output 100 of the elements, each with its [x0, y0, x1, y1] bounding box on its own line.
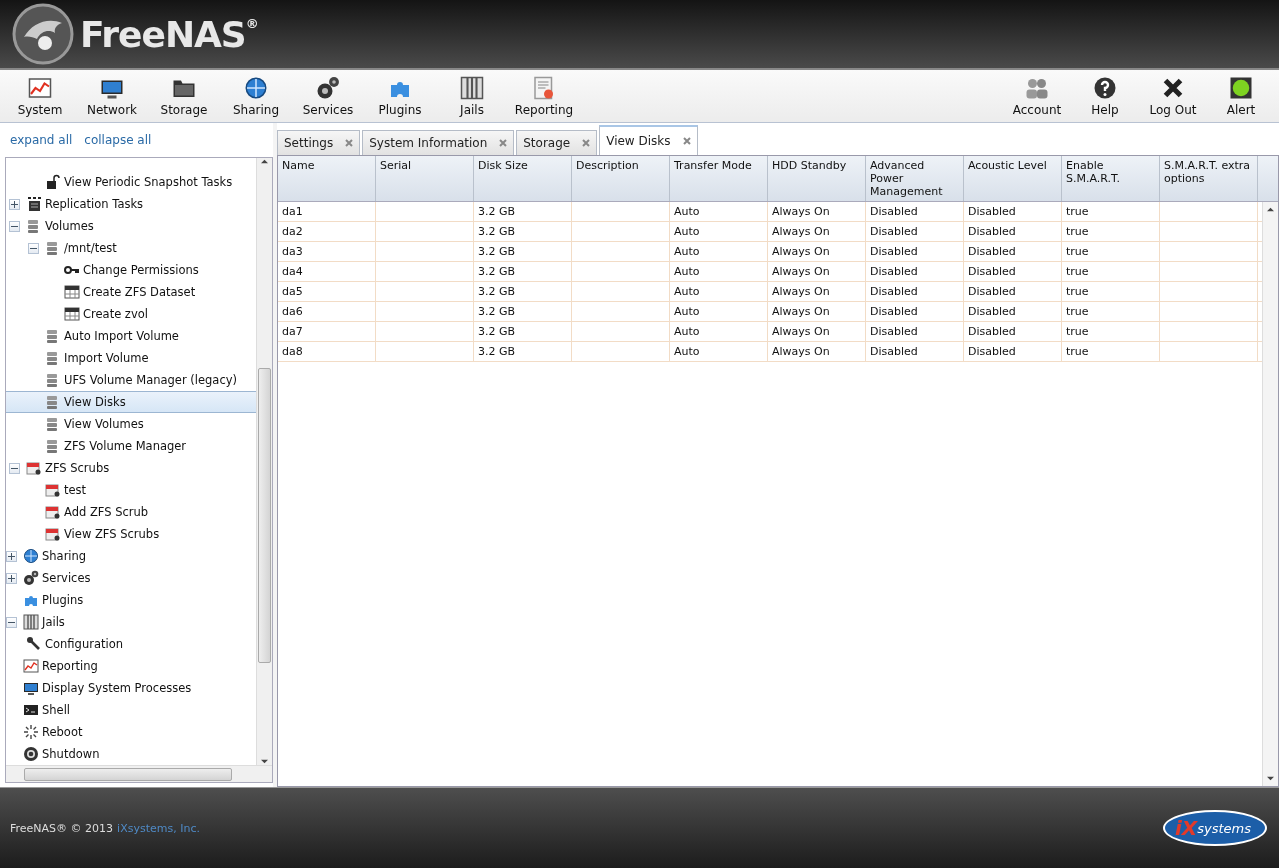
- tree-item[interactable]: Volumes: [6, 215, 256, 237]
- tab[interactable]: View Disks: [599, 125, 698, 155]
- globe-icon: [244, 76, 268, 100]
- tree-item[interactable]: Import Volume: [6, 347, 256, 369]
- tree-item[interactable]: Shutdown: [6, 743, 256, 765]
- toolbar-button[interactable]: Log Out: [1139, 70, 1207, 122]
- table-cell: 3.2 GB: [474, 282, 572, 301]
- tree-item[interactable]: Create ZFS Dataset: [6, 281, 256, 303]
- calendar-icon: [45, 526, 61, 542]
- toolbar-button[interactable]: System: [4, 70, 76, 122]
- column-header[interactable]: Transfer Mode: [670, 156, 768, 201]
- table-cell: da7: [278, 322, 376, 341]
- column-header[interactable]: Disk Size: [474, 156, 572, 201]
- monitor-icon: [23, 680, 39, 696]
- collapse-icon[interactable]: [6, 616, 17, 628]
- calendar-icon: [26, 460, 42, 476]
- column-header[interactable]: Description: [572, 156, 670, 201]
- tree-item[interactable]: Plugins: [6, 589, 256, 611]
- column-header[interactable]: Name: [278, 156, 376, 201]
- toolbar-button[interactable]: Network: [76, 70, 148, 122]
- lock-icon: [45, 174, 61, 190]
- toolbar-button[interactable]: Account: [1003, 70, 1071, 122]
- table-cell: true: [1062, 202, 1160, 221]
- expand-icon[interactable]: [9, 198, 20, 210]
- tree-item[interactable]: View Periodic Snapshot Tasks: [6, 171, 256, 193]
- toolbar-button[interactable]: Services: [292, 70, 364, 122]
- tree-item[interactable]: test: [6, 479, 256, 501]
- expand-icon[interactable]: [6, 550, 17, 562]
- tree-item[interactable]: Change Permissions: [6, 259, 256, 281]
- table-cell: Disabled: [964, 242, 1062, 261]
- toolbar-button[interactable]: Plugins: [364, 70, 436, 122]
- tree-link[interactable]: collapse all: [84, 133, 152, 147]
- tree-item[interactable]: Reboot: [6, 721, 256, 743]
- table-cell: Auto: [670, 342, 768, 361]
- tab[interactable]: Storage: [516, 130, 598, 155]
- toolbar-button[interactable]: Jails: [436, 70, 508, 122]
- column-header[interactable]: Serial: [376, 156, 474, 201]
- horizontal-scrollbar[interactable]: [6, 765, 272, 782]
- column-header[interactable]: Acoustic Level: [964, 156, 1062, 201]
- toolbar-button[interactable]: Reporting: [508, 70, 580, 122]
- close-icon[interactable]: [345, 139, 354, 147]
- chart-icon: [28, 76, 52, 100]
- tree-item[interactable]: ZFS Volume Manager: [6, 435, 256, 457]
- table-cell: Always On: [768, 342, 866, 361]
- tree-item[interactable]: Display System Processes: [6, 677, 256, 699]
- column-header[interactable]: Advanced Power Management: [866, 156, 964, 201]
- tree-item[interactable]: UFS Volume Manager (legacy): [6, 369, 256, 391]
- collapse-icon[interactable]: [9, 220, 20, 232]
- table-cell: Auto: [670, 242, 768, 261]
- document-icon: [532, 76, 556, 100]
- tree-item[interactable]: View Disks: [6, 391, 256, 413]
- tree-item[interactable]: View Volumes: [6, 413, 256, 435]
- scroll-down-icon[interactable]: [1267, 775, 1274, 782]
- table-cell: true: [1062, 242, 1160, 261]
- tree-item[interactable]: Configuration: [6, 633, 256, 655]
- table-cell: Always On: [768, 242, 866, 261]
- scroll-up-icon[interactable]: [1267, 206, 1274, 213]
- tree-item[interactable]: /mnt/test: [6, 237, 256, 259]
- column-header[interactable]: S.M.A.R.T. extra options: [1160, 156, 1258, 201]
- table-cell: 3.2 GB: [474, 262, 572, 281]
- table-cell: 3.2 GB: [474, 322, 572, 341]
- vertical-scrollbar[interactable]: [1262, 202, 1278, 786]
- close-icon[interactable]: [582, 139, 591, 147]
- column-header[interactable]: HDD Standby: [768, 156, 866, 201]
- tree-item[interactable]: Add ZFS Scrub: [6, 501, 256, 523]
- company-link[interactable]: iXsystems, Inc.: [117, 821, 200, 835]
- copyright-text: FreeNAS® © 2013: [10, 821, 114, 835]
- bars-icon: [460, 76, 484, 100]
- tree-link[interactable]: expand all: [10, 133, 73, 147]
- tree-item[interactable]: Services: [6, 567, 256, 589]
- tree-item[interactable]: Create zvol: [6, 303, 256, 325]
- table-cell: da4: [278, 262, 376, 281]
- scroll-up-icon[interactable]: [261, 158, 268, 165]
- tab[interactable]: Settings: [277, 130, 361, 155]
- expand-icon[interactable]: [6, 572, 17, 584]
- tree-item[interactable]: Jails: [6, 611, 256, 633]
- toolbar-button[interactable]: Help: [1071, 70, 1139, 122]
- close-icon[interactable]: [682, 137, 691, 145]
- toolbar-button[interactable]: Sharing: [220, 70, 292, 122]
- gears-icon: [23, 570, 39, 586]
- globe-icon: [23, 548, 39, 564]
- tree-item[interactable]: ZFS Scrubs: [6, 457, 256, 479]
- tree-item[interactable]: Replication Tasks: [6, 193, 256, 215]
- help-icon: [1093, 76, 1117, 100]
- table-cell: da8: [278, 342, 376, 361]
- toolbar-button[interactable]: Alert: [1207, 70, 1275, 122]
- table-cell: 3.2 GB: [474, 342, 572, 361]
- tree-item[interactable]: Auto Import Volume: [6, 325, 256, 347]
- vertical-scrollbar[interactable]: [256, 158, 272, 765]
- toolbar-button[interactable]: Storage: [148, 70, 220, 122]
- tree-item[interactable]: Sharing: [6, 545, 256, 567]
- table-cell: Always On: [768, 282, 866, 301]
- tab[interactable]: System Information: [362, 130, 515, 155]
- collapse-icon[interactable]: [28, 242, 39, 254]
- close-icon[interactable]: [499, 139, 508, 147]
- tree-item[interactable]: View ZFS Scrubs: [6, 523, 256, 545]
- collapse-icon[interactable]: [9, 462, 20, 474]
- tree-item[interactable]: Reporting: [6, 655, 256, 677]
- column-header[interactable]: Enable S.M.A.R.T.: [1062, 156, 1160, 201]
- tree-item[interactable]: Shell: [6, 699, 256, 721]
